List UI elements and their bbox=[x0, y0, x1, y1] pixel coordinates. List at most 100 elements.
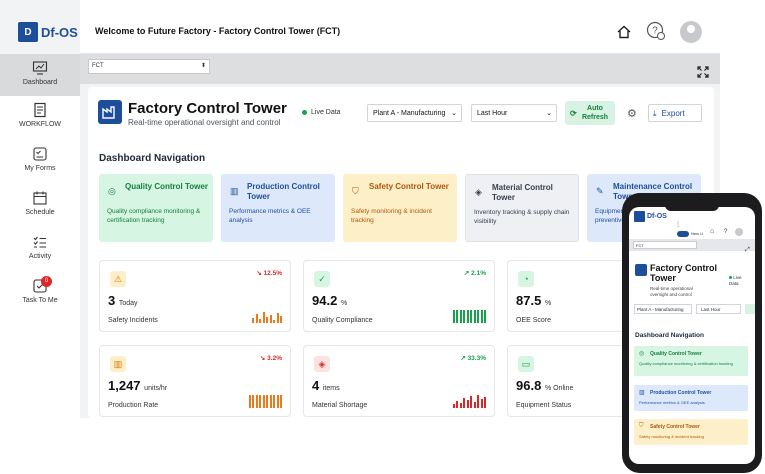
metric-label: Quality Compliance bbox=[312, 317, 373, 324]
metric-value-row: 94.2 % bbox=[312, 293, 347, 308]
metric-unit: % bbox=[544, 300, 552, 307]
phone-plant-select[interactable]: Plant A - Manufacturing bbox=[634, 304, 692, 314]
metric-trend: ↘ 12.5% bbox=[256, 270, 282, 277]
home-icon[interactable] bbox=[617, 25, 631, 39]
nav-card-quality[interactable]: ◎ Quality Control Tower Quality complian… bbox=[99, 174, 213, 242]
nav-section-title: Dashboard Navigation bbox=[99, 153, 206, 164]
export-label: Export bbox=[661, 109, 685, 118]
sidebar-item-activity[interactable]: Activity bbox=[0, 234, 80, 278]
export-button[interactable]: ⤓ Export bbox=[648, 104, 702, 122]
help-chat-icon[interactable]: ? bbox=[646, 21, 666, 41]
metric-value-row: 4 items bbox=[312, 378, 340, 393]
metric-label: OEE Score bbox=[516, 317, 552, 324]
phone-nav-card-desc: Safety monitoring & incident tracking bbox=[639, 434, 704, 439]
desktop-window: D Df-OS Welcome to Future Factory - Fact… bbox=[0, 0, 720, 418]
metric-trend: ↗ 33.3% bbox=[460, 355, 486, 362]
metric-card-quality-compliance[interactable]: ✓ ↗ 2.1% 94.2 % Quality Compliance bbox=[303, 260, 495, 332]
live-indicator: Live Data bbox=[302, 109, 341, 116]
metric-card-material-shortage[interactable]: ◈ ↗ 33.3% 4 items Material Shortage bbox=[303, 345, 495, 417]
fullscreen-icon[interactable]: ⤢ bbox=[745, 247, 750, 254]
metric-unit: units/hr bbox=[144, 385, 168, 392]
live-label: Live Data bbox=[311, 109, 341, 116]
check-circle-icon: ✓ bbox=[314, 271, 330, 287]
nav-card-desc: Performance metrics & OEE analysis bbox=[229, 208, 311, 224]
metric-value: 87.5 bbox=[516, 293, 542, 308]
bar-chart-icon: ▥ bbox=[230, 186, 239, 196]
chevron-down-icon: ⌄ bbox=[451, 110, 457, 117]
unit-select[interactable]: FCT ⬍ bbox=[88, 59, 210, 74]
phone-range-select[interactable]: Last Hour bbox=[696, 304, 741, 314]
shield-icon: ⛉ bbox=[639, 423, 644, 429]
new-ui-toggle[interactable] bbox=[677, 231, 689, 237]
workflow-icon bbox=[34, 102, 46, 118]
phone-nav-card-desc: Performance metrics & OEE analysis bbox=[639, 400, 705, 405]
gauge-icon: ◔ bbox=[518, 271, 534, 287]
avatar[interactable] bbox=[735, 228, 743, 236]
unit-select-value: FCT bbox=[92, 63, 104, 69]
sidebar-item-label: WORKFLOW bbox=[19, 121, 61, 128]
fullscreen-icon[interactable] bbox=[697, 66, 709, 78]
metric-value: 1,247 bbox=[108, 378, 141, 393]
app-logo[interactable]: D Df-OS bbox=[18, 22, 78, 42]
metric-trend: ↘ 3.2% bbox=[259, 355, 282, 362]
metric-unit: items bbox=[322, 385, 340, 392]
phone-nav-card-quality[interactable]: ◎ Quality Control Tower Quality complian… bbox=[634, 346, 748, 376]
nav-card-title: Material Control Tower bbox=[492, 183, 553, 202]
phone-logo[interactable]: Df-OS bbox=[634, 211, 667, 222]
refresh-icon: ⟳ bbox=[570, 109, 577, 118]
select-arrows-icon: ⬍ bbox=[200, 63, 206, 69]
settings-icon[interactable]: ⚙ bbox=[627, 107, 637, 120]
metric-card-production-rate[interactable]: ▥ ↘ 3.2% 1,247 units/hr Production Rate bbox=[99, 345, 291, 417]
phone-nav-card-production[interactable]: ▥ Production Control Tower Performance m… bbox=[634, 385, 748, 411]
phone-auto-refresh-button[interactable] bbox=[745, 304, 755, 314]
shield-icon: ⛉ bbox=[352, 186, 359, 196]
metric-value-row: 96.8 % Online bbox=[516, 378, 573, 393]
plant-select-value: Plant A - Manufacturing bbox=[373, 110, 446, 117]
phone-subtitle: Real-time operational oversight and cont… bbox=[650, 286, 693, 297]
phone-unit-select[interactable]: FCT bbox=[633, 241, 697, 249]
nav-card-desc: Quality compliance monitoring & certific… bbox=[107, 208, 201, 224]
nav-card-material[interactable]: ◈ Material Control Tower Inventory track… bbox=[465, 174, 579, 242]
live-dot bbox=[302, 110, 307, 115]
download-icon: ⤓ bbox=[653, 109, 657, 118]
metric-label: Safety Incidents bbox=[108, 317, 158, 324]
sidebar-item-workflow[interactable]: WORKFLOW bbox=[0, 102, 80, 146]
time-range-value: Last Hour bbox=[477, 110, 508, 117]
nav-card-production[interactable]: ▥ Production Control Tower Performance m… bbox=[221, 174, 335, 242]
sidebar-item-task-to-me[interactable]: Task To Me 0 bbox=[0, 276, 80, 322]
phone-nav-title: Dashboard Navigation bbox=[635, 332, 704, 339]
time-range-select[interactable]: Last Hour ⌄ bbox=[471, 104, 557, 122]
metric-value-row: 3 Today bbox=[108, 293, 138, 308]
phone-nav-card-title: Safety Control Tower bbox=[650, 424, 700, 430]
factory-icon bbox=[98, 100, 122, 124]
sidebar-item-label: Dashboard bbox=[22, 79, 58, 86]
sidebar-item-label: Schedule bbox=[25, 209, 55, 216]
home-icon[interactable]: ⌂ bbox=[710, 228, 714, 235]
plant-select[interactable]: Plant A - Manufacturing ⌄ bbox=[367, 104, 462, 122]
avatar[interactable] bbox=[680, 21, 702, 43]
nav-card-desc: Inventory tracking & supply chain visibi… bbox=[474, 209, 570, 225]
phone-nav-card-safety[interactable]: ⛉ Safety Control Tower Safety monitoring… bbox=[634, 419, 748, 445]
activity-icon bbox=[33, 236, 46, 248]
chevron-down-icon: ⌄ bbox=[546, 110, 552, 117]
sidebar-item-schedule[interactable]: Schedule bbox=[0, 190, 80, 234]
more-vertical-icon[interactable]: ⋮ bbox=[675, 221, 681, 228]
metric-card-safety-incidents[interactable]: ⚠ ↘ 12.5% 3 Today Safety Incidents bbox=[99, 260, 291, 332]
help-icon[interactable]: ? bbox=[724, 229, 727, 235]
page-subtitle: Real-time operational oversight and cont… bbox=[128, 118, 281, 127]
sidebar-item-my-forms[interactable]: My Forms bbox=[0, 146, 80, 190]
phone-filter-bar: FCT ⤢ bbox=[629, 239, 755, 254]
page-title: Factory Control Tower bbox=[128, 100, 287, 117]
calendar-icon bbox=[33, 191, 47, 205]
sidebar: Dashboard WORKFLOW My Forms Schedule Act… bbox=[0, 54, 80, 418]
metric-value: 3 bbox=[108, 293, 116, 308]
filter-bar: FCT ⬍ bbox=[80, 54, 720, 84]
dashboard-icon bbox=[32, 61, 48, 75]
sidebar-item-dashboard[interactable]: Dashboard bbox=[0, 54, 80, 96]
phone-nav-card-title: Quality Control Tower bbox=[650, 351, 702, 357]
auto-refresh-button[interactable]: ⟳ Auto Refresh bbox=[565, 101, 615, 125]
sparkline bbox=[452, 309, 486, 323]
nav-card-safety[interactable]: ⛉ Safety Control Tower Safety monitoring… bbox=[343, 174, 457, 242]
nav-card-title: Production Control Tower bbox=[247, 182, 320, 201]
toggle-label: New U bbox=[691, 231, 704, 236]
